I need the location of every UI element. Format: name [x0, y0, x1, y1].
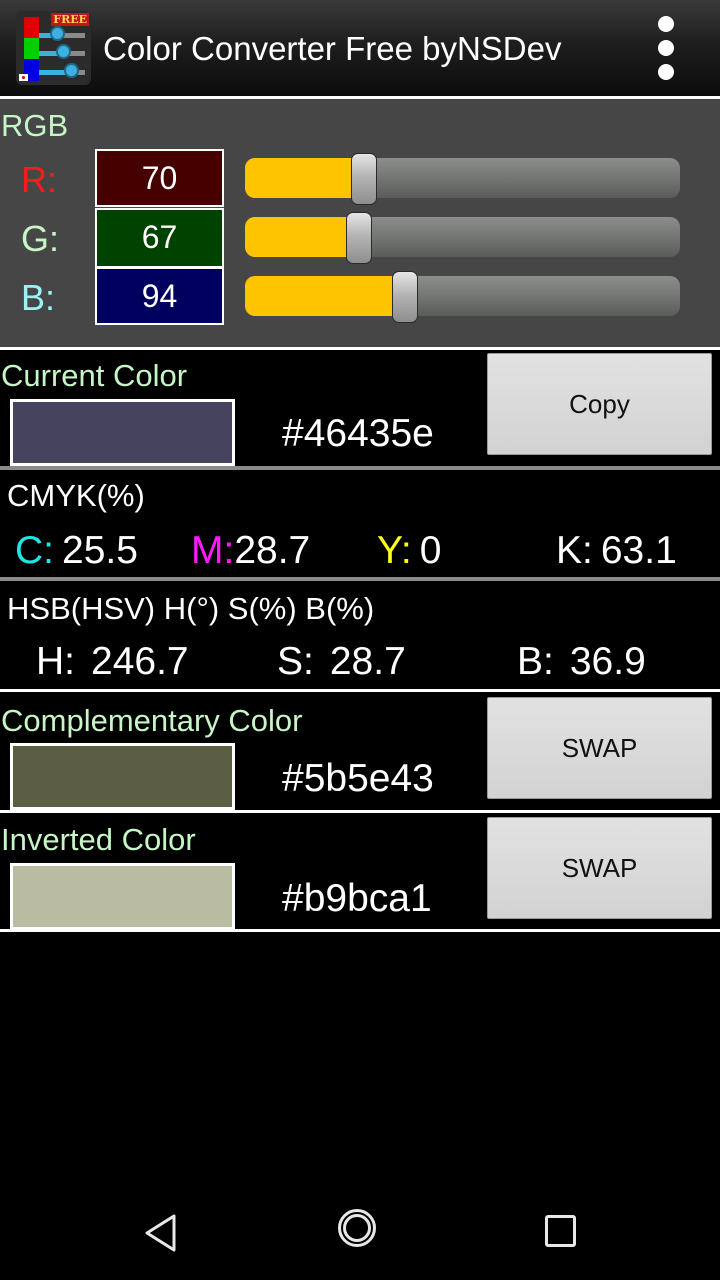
cmyk-c-key: C: — [15, 529, 54, 572]
divider — [0, 810, 720, 813]
cmyk-m-value: 28.7 — [234, 529, 311, 572]
cmyk-label: CMYK(%) — [7, 478, 145, 513]
hsb-s-key: S: — [277, 640, 314, 683]
cmyk-y: Y: 0 — [377, 529, 441, 573]
hsb-h-key: H: — [36, 640, 75, 683]
app-title: Color Converter Free byNSDev — [103, 30, 562, 67]
app-bar: FREE Color Converter Free byNSDev — [0, 0, 720, 96]
cmyk-c-value: 25.5 — [62, 529, 138, 572]
cmyk-m-key: M: — [191, 529, 235, 572]
hsb-s-value: 28.7 — [329, 640, 406, 683]
hsb-b-key: B: — [517, 640, 554, 683]
cmyk-y-value: 0 — [419, 529, 442, 572]
flag-icon — [19, 74, 28, 81]
slider-fill — [245, 217, 359, 257]
hsb-b: B: 36.9 — [517, 640, 646, 684]
cmyk-y-key: Y: — [377, 529, 412, 572]
cmyk-k: K: 63.1 — [556, 529, 677, 573]
complementary-color-label: Complementary Color — [1, 703, 303, 738]
hsb-h: H: 246.7 — [36, 640, 189, 684]
copy-button[interactable]: Copy — [487, 353, 712, 455]
red-label: R: — [21, 159, 57, 200]
app-logo-icon: FREE — [16, 11, 91, 85]
hsb-b-value: 36.9 — [569, 640, 646, 683]
hsb-s: S: 28.7 — [277, 640, 406, 684]
free-badge: FREE — [51, 13, 89, 26]
cmyk-k-key: K: — [556, 529, 593, 572]
blue-value-input[interactable]: 94 — [95, 267, 224, 325]
complementary-color-swatch — [10, 743, 235, 810]
slider-fill — [245, 276, 405, 316]
red-slider[interactable] — [245, 153, 680, 205]
slider-thumb[interactable] — [346, 212, 372, 264]
cmyk-c: C: 25.5 — [15, 529, 138, 573]
divider — [0, 466, 720, 470]
slider-thumb[interactable] — [351, 153, 377, 205]
inverted-color-label: Inverted Color — [1, 822, 196, 857]
inverted-color-hex: #b9bca1 — [282, 877, 432, 920]
overflow-menu-icon[interactable] — [654, 14, 678, 82]
current-color-hex: #46435e — [282, 412, 434, 455]
hsb-h-value: 246.7 — [91, 640, 189, 683]
blue-label: B: — [21, 277, 56, 318]
slider-thumb[interactable] — [392, 271, 418, 323]
current-color-label: Current Color — [1, 358, 188, 393]
complementary-color-hex: #5b5e43 — [282, 757, 434, 800]
back-icon[interactable] — [143, 1213, 179, 1253]
recents-icon[interactable] — [545, 1215, 576, 1247]
blue-slider[interactable] — [245, 271, 680, 323]
divider — [0, 929, 720, 932]
green-label: G: — [21, 218, 60, 259]
swap-inverted-button[interactable]: SWAP — [487, 817, 712, 919]
home-icon[interactable] — [338, 1209, 376, 1247]
inverted-color-swatch — [10, 863, 235, 930]
divider — [0, 577, 720, 581]
red-value-input[interactable]: 70 — [95, 149, 224, 207]
swap-complementary-button[interactable]: SWAP — [487, 697, 712, 799]
green-value-input[interactable]: 67 — [95, 208, 224, 268]
divider — [0, 347, 720, 350]
green-slider[interactable] — [245, 212, 680, 264]
divider — [0, 689, 720, 692]
current-color-swatch — [10, 399, 235, 466]
rgb-label: RGB — [1, 108, 69, 143]
hsb-label: HSB(HSV) H(°) S(%) B(%) — [7, 591, 375, 626]
slider-fill — [245, 158, 364, 198]
cmyk-m: M:28.7 — [191, 529, 310, 573]
cmyk-k-value: 63.1 — [600, 529, 677, 572]
